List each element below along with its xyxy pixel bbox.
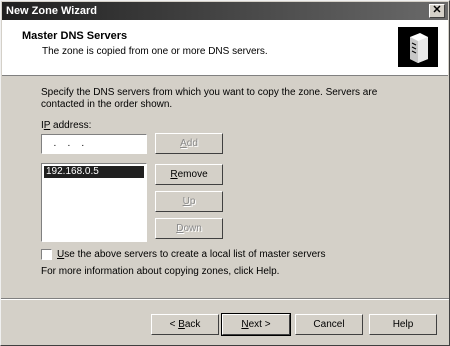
local-list-checkbox-label[interactable]: Use the above servers to create a local … — [57, 249, 325, 260]
add-label-part: dd — [186, 138, 198, 149]
title-bar[interactable]: New Zone Wizard ✕ — [2, 2, 448, 20]
close-icon: ✕ — [432, 4, 442, 16]
add-button[interactable]: Add — [155, 133, 223, 154]
ip-address-input[interactable]: . . . — [41, 134, 147, 154]
down-button[interactable]: Down — [155, 218, 223, 239]
back-label-part: < — [169, 319, 179, 330]
ip-label-part: address: — [50, 120, 92, 131]
next-button[interactable]: Next > — [221, 313, 291, 336]
wizard-window: New Zone Wizard ✕ Master DNS Servers The… — [0, 0, 450, 346]
add-label-accesskey: A — [180, 138, 187, 149]
up-label-accesskey: U — [182, 196, 190, 207]
next-label-accesskey: N — [241, 319, 249, 330]
close-button[interactable]: ✕ — [429, 4, 445, 18]
wizard-header: Master DNS Servers The zone is copied fr… — [2, 20, 448, 76]
local-list-checkbox[interactable] — [41, 249, 52, 260]
page-subtitle: The zone is copied from one or more DNS … — [42, 46, 268, 57]
page-title: Master DNS Servers — [22, 30, 128, 42]
window-title: New Zone Wizard — [6, 5, 97, 17]
help-button[interactable]: Help — [369, 314, 437, 335]
remove-label-accesskey: R — [170, 169, 178, 180]
list-item[interactable]: 192.168.0.5 — [44, 166, 144, 178]
cancel-button[interactable]: Cancel — [295, 314, 363, 335]
back-label-accesskey: B — [178, 319, 185, 330]
server-icon — [398, 27, 438, 67]
instructions-text: Specify the DNS servers from which you w… — [41, 87, 378, 110]
down-label-part: own — [183, 223, 202, 234]
master-servers-list[interactable]: 192.168.0.5 — [41, 163, 147, 242]
next-label-part: ext > — [248, 319, 271, 330]
remove-label-part: emove — [177, 169, 208, 180]
help-info-text: For more information about copying zones… — [41, 266, 280, 277]
back-button[interactable]: < Back — [151, 314, 219, 335]
ip-address-label: IP address: — [41, 120, 91, 131]
footer-divider — [1, 298, 449, 300]
checkbox-label-part: se the above servers to create a local l… — [64, 249, 326, 260]
up-button[interactable]: Up — [155, 191, 223, 212]
wizard-content: Specify the DNS servers from which you w… — [1, 77, 449, 297]
up-label-part: p — [189, 196, 196, 207]
back-label-part: ack — [184, 319, 201, 330]
remove-button[interactable]: Remove — [155, 164, 223, 185]
